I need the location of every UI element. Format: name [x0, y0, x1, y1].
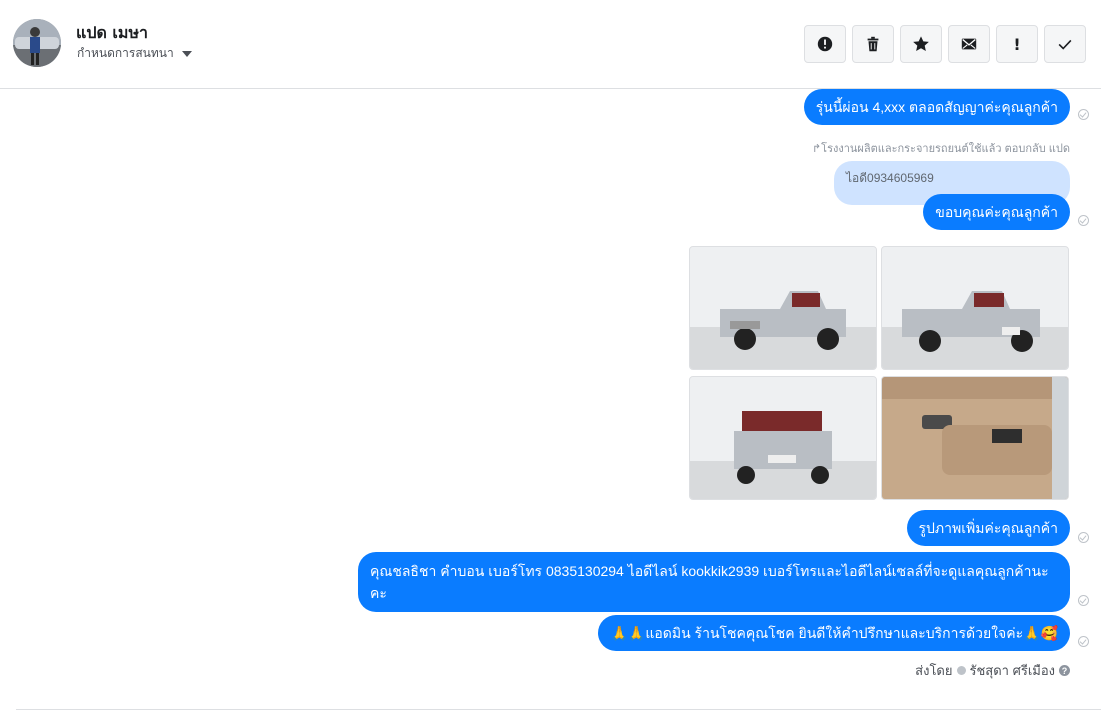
caret-down-icon	[181, 50, 192, 57]
door-interior-photo[interactable]	[881, 376, 1069, 500]
contact-name[interactable]: แปด เมษา	[76, 21, 148, 46]
reply-note: ↱โรงงานผลิตและกระจายรถยนต์ใช้แล้ว ตอบกลั…	[812, 139, 1070, 157]
done-button[interactable]	[1044, 25, 1086, 63]
truck-image	[690, 247, 876, 369]
message-bubble[interactable]: รุ่นนี้ผ่อน 4,xxx ตลอดสัญญาค่ะคุณลูกค้า	[803, 89, 1070, 125]
sent-check-icon	[1078, 532, 1089, 543]
sent-check-icon	[1078, 215, 1089, 226]
avatar-image	[13, 19, 61, 67]
sent-check-icon	[1078, 595, 1089, 606]
sender-name[interactable]: รัชสุดา ศรีเมือง	[970, 660, 1056, 681]
reply-arrow-icon: ↱	[811, 143, 822, 155]
sent-by-label: ส่งโดย	[915, 663, 953, 678]
door-interior-image	[882, 377, 1068, 499]
star-icon	[913, 36, 929, 52]
toolbar: !	[804, 25, 1086, 63]
message-bubble[interactable]: คุณชลธิชา คำบอน เบอร์โทร 0835130294 ไอดี…	[358, 552, 1070, 612]
star-button[interactable]	[900, 25, 942, 63]
avatar[interactable]	[13, 19, 61, 67]
alert-circle-icon	[817, 36, 833, 52]
help-icon[interactable]: ?	[1059, 665, 1070, 676]
exclamation-icon: !	[1013, 34, 1021, 54]
conversation-header: แปด เมษา กำหนดการสนทนา !	[0, 0, 1101, 89]
checkmark-icon	[1058, 39, 1072, 50]
composer-divider	[16, 709, 1101, 710]
truck-photo-front-left[interactable]	[689, 246, 877, 370]
trash-icon	[867, 36, 879, 52]
message-bubble[interactable]: รูปภาพเพิ่มค่ะคุณลูกค้า	[906, 510, 1070, 546]
sent-by-line: ส่งโดย รัชสุดา ศรีเมือง ?	[915, 660, 1070, 681]
schedule-conversation-label: กำหนดการสนทนา	[77, 46, 174, 60]
sender-check-icon	[956, 666, 966, 675]
truck-image	[882, 247, 1068, 369]
truck-photo-front[interactable]	[689, 376, 877, 500]
truck-image	[690, 377, 876, 499]
spam-button[interactable]	[804, 25, 846, 63]
quoted-reply-text: ไอดี0934605969	[846, 171, 934, 185]
sent-check-icon	[1078, 109, 1089, 120]
truck-photo-front-left-2[interactable]	[881, 246, 1069, 370]
mark-unread-button[interactable]	[948, 25, 990, 63]
schedule-conversation-menu[interactable]: กำหนดการสนทนา	[77, 44, 192, 63]
delete-button[interactable]	[852, 25, 894, 63]
message-bubble[interactable]: ขอบคุณค่ะคุณลูกค้า	[923, 194, 1070, 230]
envelope-icon	[961, 38, 977, 50]
message-thread: รุ่นนี้ผ่อน 4,xxx ตลอดสัญญาค่ะคุณลูกค้า …	[0, 89, 1101, 712]
sent-check-icon	[1078, 636, 1089, 647]
message-bubble[interactable]: 🙏🙏แอดมิน ร้านโชคคุณโชค ยินดีให้คำปรึกษาแ…	[598, 615, 1070, 651]
reply-note-text: โรงงานผลิตและกระจายรถยนต์ใช้แล้ว ตอบกลับ…	[821, 143, 1070, 155]
follow-up-button[interactable]: !	[996, 25, 1038, 63]
